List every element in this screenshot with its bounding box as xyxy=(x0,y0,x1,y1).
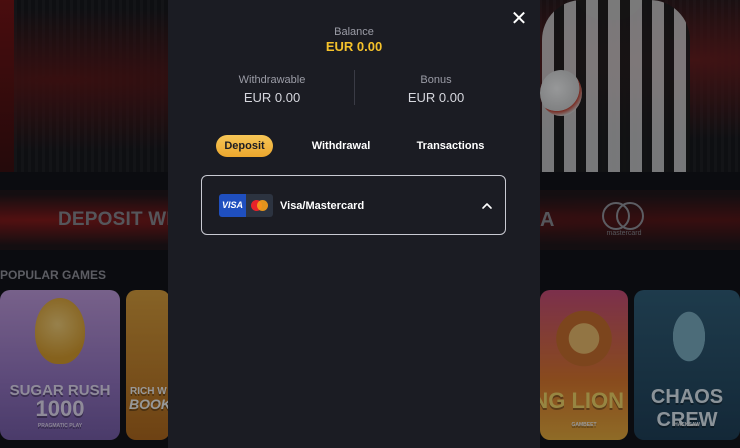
withdrawable-label: Withdrawable xyxy=(238,74,306,86)
visa-icon: VISA xyxy=(219,194,246,217)
card-logos: VISA xyxy=(219,194,273,217)
bonus-value: EUR 0.00 xyxy=(407,90,465,105)
balance-label: Balance xyxy=(334,26,374,38)
withdrawable-value: EUR 0.00 xyxy=(243,90,301,105)
tab-transactions[interactable]: Transactions xyxy=(408,135,493,157)
bonus-label: Bonus xyxy=(420,74,452,86)
stats-divider xyxy=(354,70,355,105)
payment-method-label: Visa/Mastercard xyxy=(280,200,365,212)
mastercard-icon xyxy=(246,194,273,217)
tab-deposit[interactable]: Deposit xyxy=(216,135,273,157)
tab-withdrawal[interactable]: Withdrawal xyxy=(305,135,377,157)
balance-value: EUR 0.00 xyxy=(325,39,383,54)
chevron-up-icon[interactable] xyxy=(480,199,494,213)
